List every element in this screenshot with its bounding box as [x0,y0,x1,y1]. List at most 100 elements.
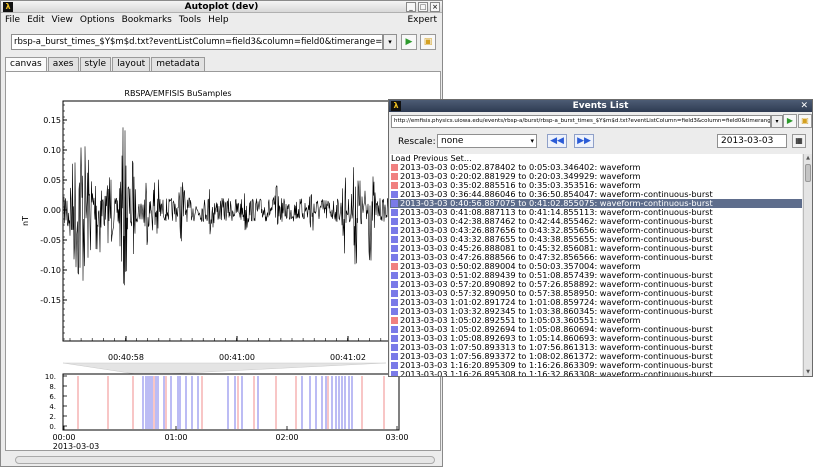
folder-icon: ▣ [423,37,433,47]
event-color-swatch [391,164,398,171]
events-uri-input[interactable]: http://emfisis.physics.uiowa.edu/events/… [391,115,771,128]
next-event-button[interactable]: ▶▶ [574,134,594,148]
overview-xtick: 00:00 [52,433,75,442]
event-color-swatch [391,335,398,342]
xtick-label: 00:41:00 [219,353,255,362]
rescale-select[interactable]: none ▾ [437,134,537,148]
event-color-swatch [391,191,398,198]
ytick-label: 0.05 [43,176,61,185]
minimize-button[interactable]: _ [406,2,416,12]
event-color-swatch [391,308,398,315]
address-bar: rbsp-a_burst_times_$Y$m$d.txt?eventListC… [11,34,437,51]
event-color-swatch [391,344,398,351]
play-icon: ▶ [786,116,794,125]
event-color-swatch [391,371,398,376]
overview-xtick: 03:00 [385,433,408,442]
overview-ytick: 2. [49,413,56,421]
scroll-down-icon[interactable]: ▼ [804,368,812,376]
horizontal-scrollbar[interactable] [15,456,435,464]
uri-dropdown-button[interactable]: ▾ [383,34,397,50]
event-color-swatch [391,209,398,216]
previous-event-button[interactable]: ◀◀ [547,134,567,148]
event-color-swatch [391,236,398,243]
autoplot-window: λ Autoplot (dev) _ □ × File Edit View Op… [0,0,443,467]
expert-menu[interactable]: Expert [408,14,438,27]
event-color-swatch [391,317,398,324]
tab-metadata[interactable]: metadata [151,57,205,71]
events-vertical-scrollbar[interactable]: ▲ ▼ [803,154,812,376]
events-browse-button[interactable]: ▣ [798,114,812,128]
events-go-button[interactable]: ▶ [783,114,797,128]
menu-tools[interactable]: Tools [179,14,201,27]
event-color-swatch [391,218,398,225]
event-text: 2013-03-03 1:16:26.895308 to 1:16:32.863… [400,369,713,377]
menu-view[interactable]: View [52,14,73,27]
event-color-swatch [391,227,398,234]
overview-xtick: 02:00 [275,433,298,442]
tab-axes[interactable]: axes [47,57,79,71]
uri-input[interactable]: rbsp-a_burst_times_$Y$m$d.txt?eventListC… [11,34,383,50]
event-color-swatch [391,362,398,369]
maximize-button[interactable]: □ [418,2,428,12]
ytick-label: -0.05 [40,236,61,245]
event-color-swatch [391,281,398,288]
event-row[interactable]: 2013-03-03 1:16:26.895308 to 1:16:32.863… [390,370,802,376]
events-list[interactable]: Load Previous Set... 2013-03-03 0:05:02.… [390,154,802,376]
ytick-label: 0.00 [43,206,61,215]
window-titlebar: λ Autoplot (dev) _ □ × [1,1,442,13]
zoom-connector [62,362,387,375]
ytick-label: -0.15 [40,296,61,305]
window-title: Autoplot (dev) [184,2,259,12]
events-uri-dropdown[interactable]: ▾ [771,115,783,128]
rewind-icon: ◀◀ [550,136,564,146]
overview-ytick: 0. [49,423,56,431]
events-titlebar: λ Events List ✕ [389,100,812,112]
chevron-down-icon: ▾ [530,137,534,145]
event-color-swatch [391,263,398,270]
events-window-title: Events List [572,101,629,111]
calendar-icon: ▦ [795,136,803,145]
menu-file[interactable]: File [5,14,20,27]
tab-style[interactable]: style [79,57,112,71]
tab-canvas[interactable]: canvas [5,57,47,71]
tab-layout[interactable]: layout [112,57,151,71]
overview-date-label: 2013-03-03 [53,442,100,451]
event-color-swatch [391,326,398,333]
menu-bookmarks[interactable]: Bookmarks [122,14,172,27]
event-color-swatch [391,245,398,252]
folder-icon: ▣ [801,116,809,125]
plot-go-button[interactable]: ▶ [401,34,417,50]
calendar-button[interactable]: ▦ [792,134,806,148]
close-icon[interactable]: ✕ [800,100,808,112]
overview-ytick: 6. [49,393,56,401]
plot-svg[interactable]: RBSPA/EMFISIS BuSamples nT 0.15 0.10 0.0… [6,72,442,452]
xtick-label: 00:40:58 [108,353,144,362]
events-date-input[interactable]: 2013-03-03 [717,134,787,148]
close-button[interactable]: × [430,2,440,12]
y-axis-label: nT [21,216,30,226]
ytick-label: 0.10 [43,146,61,155]
event-color-swatch [391,182,398,189]
browse-button[interactable]: ▣ [420,34,436,50]
ytick-label: 0.15 [43,116,61,125]
menu-options[interactable]: Options [80,14,115,27]
plot-canvas[interactable]: RBSPA/EMFISIS BuSamples nT 0.15 0.10 0.0… [5,71,442,452]
xtick-label: 00:41:02 [330,353,366,362]
rescale-value: none [441,136,464,146]
app-icon: λ [391,101,401,111]
ytick-label: -0.10 [40,266,61,275]
menu-help[interactable]: Help [208,14,229,27]
tab-strip: canvas axes style layout metadata [5,57,206,71]
scroll-thumb[interactable] [805,164,811,182]
event-color-swatch [391,353,398,360]
menubar: File Edit View Options Bookmarks Tools H… [1,14,442,27]
app-icon: λ [3,2,13,12]
event-color-swatch [391,173,398,180]
event-color-swatch [391,200,398,207]
menu-edit[interactable]: Edit [27,14,44,27]
event-color-swatch [391,290,398,297]
overview-ytick: 10. [45,373,56,381]
rescale-label: Rescale: [398,137,436,147]
event-color-swatch [391,272,398,279]
scroll-up-icon[interactable]: ▲ [804,154,812,162]
